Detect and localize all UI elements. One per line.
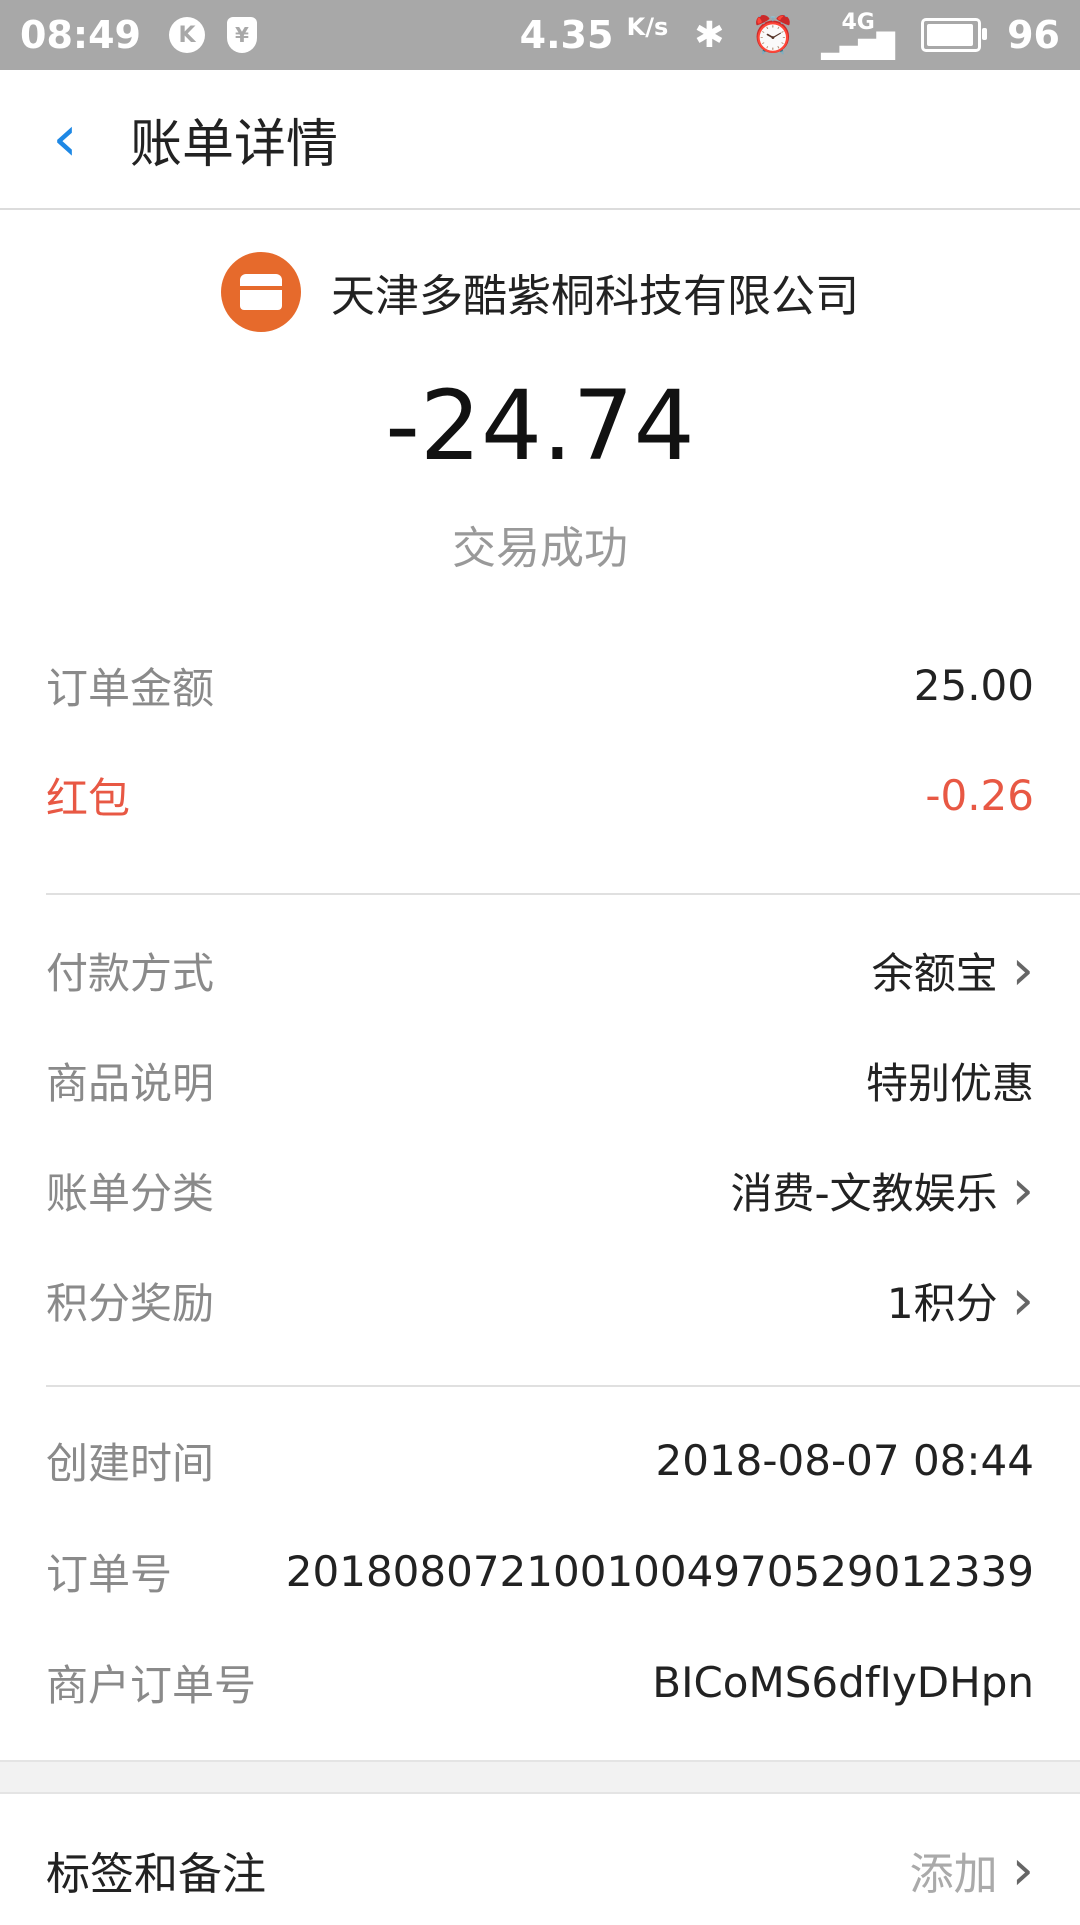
- detail-value: 2018080721001004970529012339: [285, 1546, 1034, 1596]
- detail-value: 25.00: [913, 660, 1034, 710]
- detail-row-order-amount: 订单金额 25.00: [46, 630, 1034, 740]
- network-speed-unit: K/s: [626, 13, 669, 41]
- detail-row-order-number: 订单号 2018080721001004970529012339: [46, 1516, 1034, 1626]
- network-type: 4G: [841, 10, 875, 35]
- merchant-info: 天津多酷紫桐科技有限公司: [0, 252, 1080, 332]
- chevron-right-icon: ›: [1011, 1157, 1034, 1223]
- detail-row-points-reward[interactable]: 积分奖励 1积分 ›: [46, 1245, 1034, 1355]
- detail-value: 余额宝: [871, 948, 998, 998]
- detail-row-payment-method[interactable]: 付款方式 余额宝 ›: [46, 915, 1034, 1025]
- battery-fill: [927, 24, 974, 46]
- divider: [46, 893, 1080, 895]
- page-title: 账单详情: [130, 114, 339, 175]
- detail-value: -0.26: [925, 770, 1034, 820]
- section-separator: [0, 1760, 1080, 1794]
- alarm-icon: ⏰: [750, 15, 796, 56]
- battery-icon: [921, 18, 988, 52]
- detail-value: 1积分: [886, 1278, 998, 1328]
- detail-label: 创建时间: [46, 1438, 215, 1488]
- transaction-status: 交易成功: [452, 523, 628, 574]
- detail-label: 红包: [46, 773, 131, 823]
- merchant-name: 天津多酷紫桐科技有限公司: [331, 271, 859, 322]
- kuwo-app-icon: K: [168, 17, 205, 53]
- detail-row-red-packet: 红包 -0.26: [46, 740, 1034, 850]
- detail-value: 特别优惠: [865, 1058, 1034, 1108]
- tags-label: 标签和备注: [46, 1849, 266, 1900]
- divider: [46, 1385, 1080, 1387]
- add-tag-button[interactable]: 添加: [910, 1838, 998, 1902]
- app-header: ‹ 账单详情: [0, 70, 1080, 210]
- chevron-right-icon: ›: [1011, 1837, 1034, 1903]
- signal-bars-icon: ▂▄▆█: [821, 32, 896, 60]
- detail-label: 商品说明: [46, 1058, 215, 1108]
- network-speed: 4.35 K/s: [520, 13, 669, 57]
- detail-label: 订单金额: [46, 663, 215, 713]
- battery-percent: 96: [1007, 13, 1060, 57]
- status-time: 08:49: [20, 13, 141, 57]
- detail-value: 2018-08-07 08:44: [655, 1435, 1034, 1485]
- chevron-right-icon: ›: [1011, 937, 1034, 1003]
- detail-label: 商户订单号: [46, 1660, 257, 1710]
- bluetooth-icon: ✱: [694, 14, 725, 56]
- chevron-right-icon: ›: [1011, 1267, 1034, 1333]
- tags-notes-row[interactable]: 标签和备注 添加 ›: [46, 1815, 1034, 1925]
- detail-label: 积分奖励: [46, 1278, 215, 1328]
- detail-row-product-desc: 商品说明 特别优惠: [46, 1025, 1034, 1135]
- detail-row-merchant-order-number: 商户订单号 BICoMS6dfIyDHpn: [46, 1627, 1034, 1737]
- detail-label: 付款方式: [46, 948, 215, 998]
- status-right-group: 4.35 K/s ✱ ⏰ 4G ▂▄▆█ 96: [520, 10, 1060, 60]
- payment-shield-icon: ¥: [226, 17, 257, 53]
- transaction-amount: -24.74: [385, 370, 695, 482]
- chevron-left-icon: ‹: [52, 102, 78, 176]
- status-bar: 08:49 K ¥ 4.35 K/s ✱ ⏰ 4G ▂▄▆█ 96: [0, 0, 1080, 70]
- detail-value: 消费-文教娱乐: [730, 1168, 998, 1218]
- back-button[interactable]: ‹: [0, 69, 130, 209]
- detail-row-bill-category[interactable]: 账单分类 消费-文教娱乐 ›: [46, 1135, 1034, 1245]
- detail-label: 订单号: [46, 1549, 173, 1599]
- store-icon: [221, 252, 301, 332]
- signal-icon: 4G ▂▄▆█: [821, 10, 896, 60]
- network-speed-value: 4.35: [519, 13, 614, 57]
- detail-value: BICoMS6dfIyDHpn: [652, 1657, 1034, 1707]
- detail-row-created-time: 创建时间 2018-08-07 08:44: [46, 1405, 1034, 1515]
- detail-label: 账单分类: [46, 1168, 215, 1218]
